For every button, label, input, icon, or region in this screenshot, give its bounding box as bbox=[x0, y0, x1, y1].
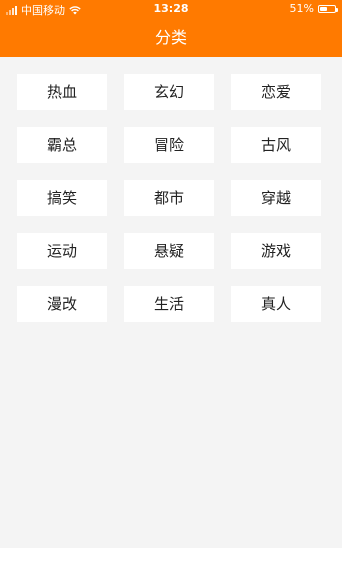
category-button[interactable]: 搞笑 bbox=[17, 180, 107, 216]
category-button[interactable]: 漫改 bbox=[17, 286, 107, 322]
app-screen: 中国移动 13:28 51% 分类 热血 玄幻 恋爱 霸总 冒险 古风 搞笑 都… bbox=[0, 0, 342, 562]
category-button[interactable]: 霸总 bbox=[17, 127, 107, 163]
category-button[interactable]: 玄幻 bbox=[124, 74, 214, 110]
battery-level bbox=[320, 6, 328, 11]
category-button[interactable]: 运动 bbox=[17, 233, 107, 269]
battery-percent: 51% bbox=[289, 2, 314, 15]
category-button[interactable]: 真人 bbox=[231, 286, 321, 322]
category-button[interactable]: 悬疑 bbox=[124, 233, 214, 269]
page-title: 分类 bbox=[154, 28, 187, 47]
category-button[interactable]: 生活 bbox=[124, 286, 214, 322]
category-button[interactable]: 游戏 bbox=[231, 233, 321, 269]
battery-icon bbox=[318, 4, 338, 13]
category-button[interactable]: 冒险 bbox=[124, 127, 214, 163]
status-bar: 中国移动 13:28 51% bbox=[0, 0, 342, 18]
category-button[interactable]: 古风 bbox=[231, 127, 321, 163]
category-button[interactable]: 都市 bbox=[124, 180, 214, 216]
bottom-bar bbox=[0, 548, 342, 562]
status-right: 51% bbox=[289, 2, 338, 15]
category-button[interactable]: 穿越 bbox=[231, 180, 321, 216]
category-button[interactable]: 恋爱 bbox=[231, 74, 321, 110]
category-grid: 热血 玄幻 恋爱 霸总 冒险 古风 搞笑 都市 穿越 运动 悬疑 游戏 漫改 生… bbox=[17, 74, 322, 322]
category-button[interactable]: 热血 bbox=[17, 74, 107, 110]
header: 中国移动 13:28 51% 分类 bbox=[0, 0, 342, 57]
